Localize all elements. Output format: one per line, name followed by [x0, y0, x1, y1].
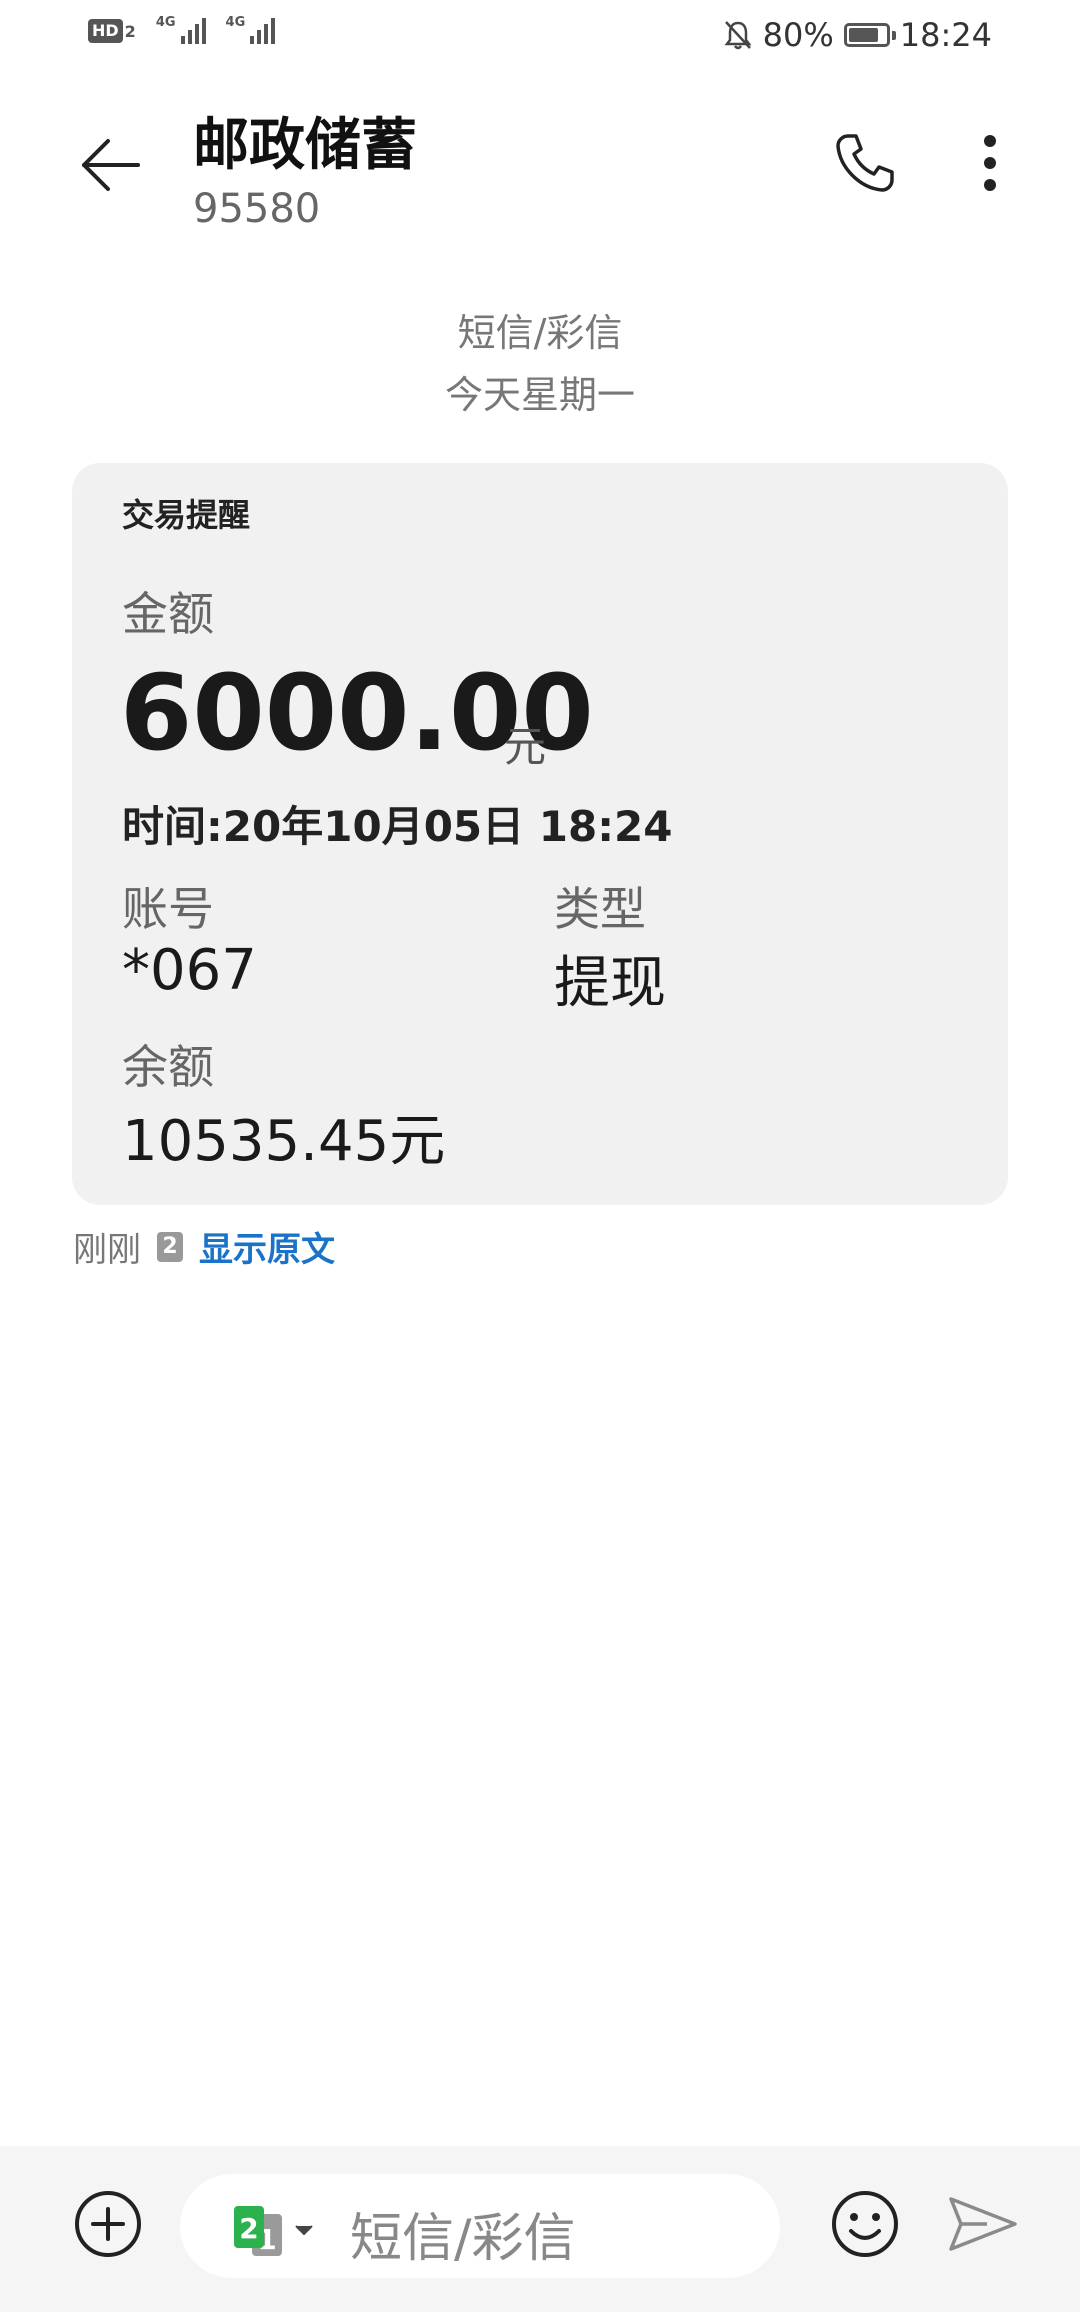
hd-sub-label: 2	[124, 21, 136, 41]
composer-bar: 1 2 短信/彩信	[0, 2146, 1080, 2312]
message-input[interactable]: 1 2 短信/彩信	[180, 2174, 780, 2278]
more-options-button[interactable]	[960, 128, 1020, 198]
balance-value: 10535.45元	[122, 1109, 446, 1174]
add-circle-icon	[75, 2191, 141, 2257]
date-label: 今天星期一	[444, 373, 635, 417]
emoji-icon	[832, 2191, 898, 2257]
emoji-button[interactable]	[827, 2186, 903, 2262]
back-button[interactable]	[70, 125, 150, 205]
more-vert-icon	[984, 135, 996, 191]
sim-switch-button[interactable]: 1 2	[230, 2204, 320, 2256]
battery-icon	[843, 23, 896, 47]
balance-label: 余额	[122, 1040, 214, 1094]
transaction-message-card[interactable]: 交易提醒 金额 6000.00 元 时间:20年10月05日 18:24 账号 …	[72, 463, 1008, 1205]
sim-badge-icon: 2	[157, 1231, 183, 1262]
transaction-time: 时间:20年10月05日 18:24	[122, 802, 673, 851]
account-label: 账号	[122, 882, 214, 936]
message-input-placeholder: 短信/彩信	[350, 2209, 576, 2269]
show-original-link[interactable]: 显示原文	[199, 1222, 335, 1271]
message-time: 刚刚	[73, 1230, 141, 1270]
sim-front-text: 2	[239, 2212, 258, 2245]
amount-label: 金额	[122, 587, 214, 641]
battery-percent: 80%	[762, 16, 834, 54]
sim-switch-icon: 1 2	[234, 2206, 313, 2256]
account-value: *067	[122, 938, 257, 1003]
card-title: 交易提醒	[122, 496, 251, 534]
message-type-label: 短信/彩信	[457, 311, 623, 355]
bell-muted-icon	[724, 21, 752, 50]
contact-number: 95580	[193, 186, 321, 232]
hd-label: HD	[88, 19, 123, 43]
send-button[interactable]	[945, 2186, 1021, 2262]
call-button[interactable]	[830, 128, 900, 198]
signal-icon: 4G	[155, 15, 206, 44]
battery-level	[848, 28, 878, 42]
message-meta: 刚刚 2 显示原文	[73, 1222, 335, 1271]
phone-icon	[836, 134, 894, 192]
type-label: 类型	[554, 882, 646, 936]
status-bar: HD 2 4G 4G 80% 18:24	[0, 0, 1080, 80]
signal-icon-2: 4G	[225, 15, 276, 44]
back-arrow-icon	[82, 139, 140, 191]
network-type-label: 4G	[155, 15, 176, 30]
clock: 18:24	[899, 16, 992, 54]
status-left: HD 2 4G 4G	[88, 15, 276, 44]
network-type-label-2: 4G	[225, 15, 246, 30]
type-value: 提现	[554, 951, 666, 1016]
hd-voice-icon: HD 2	[88, 19, 136, 43]
send-icon	[949, 2197, 1017, 2251]
contact-title: 邮政储蓄	[193, 113, 417, 178]
status-right: 80% 18:24	[723, 16, 992, 54]
amount-unit: 元	[504, 722, 547, 771]
add-attachment-button[interactable]	[70, 2186, 146, 2262]
